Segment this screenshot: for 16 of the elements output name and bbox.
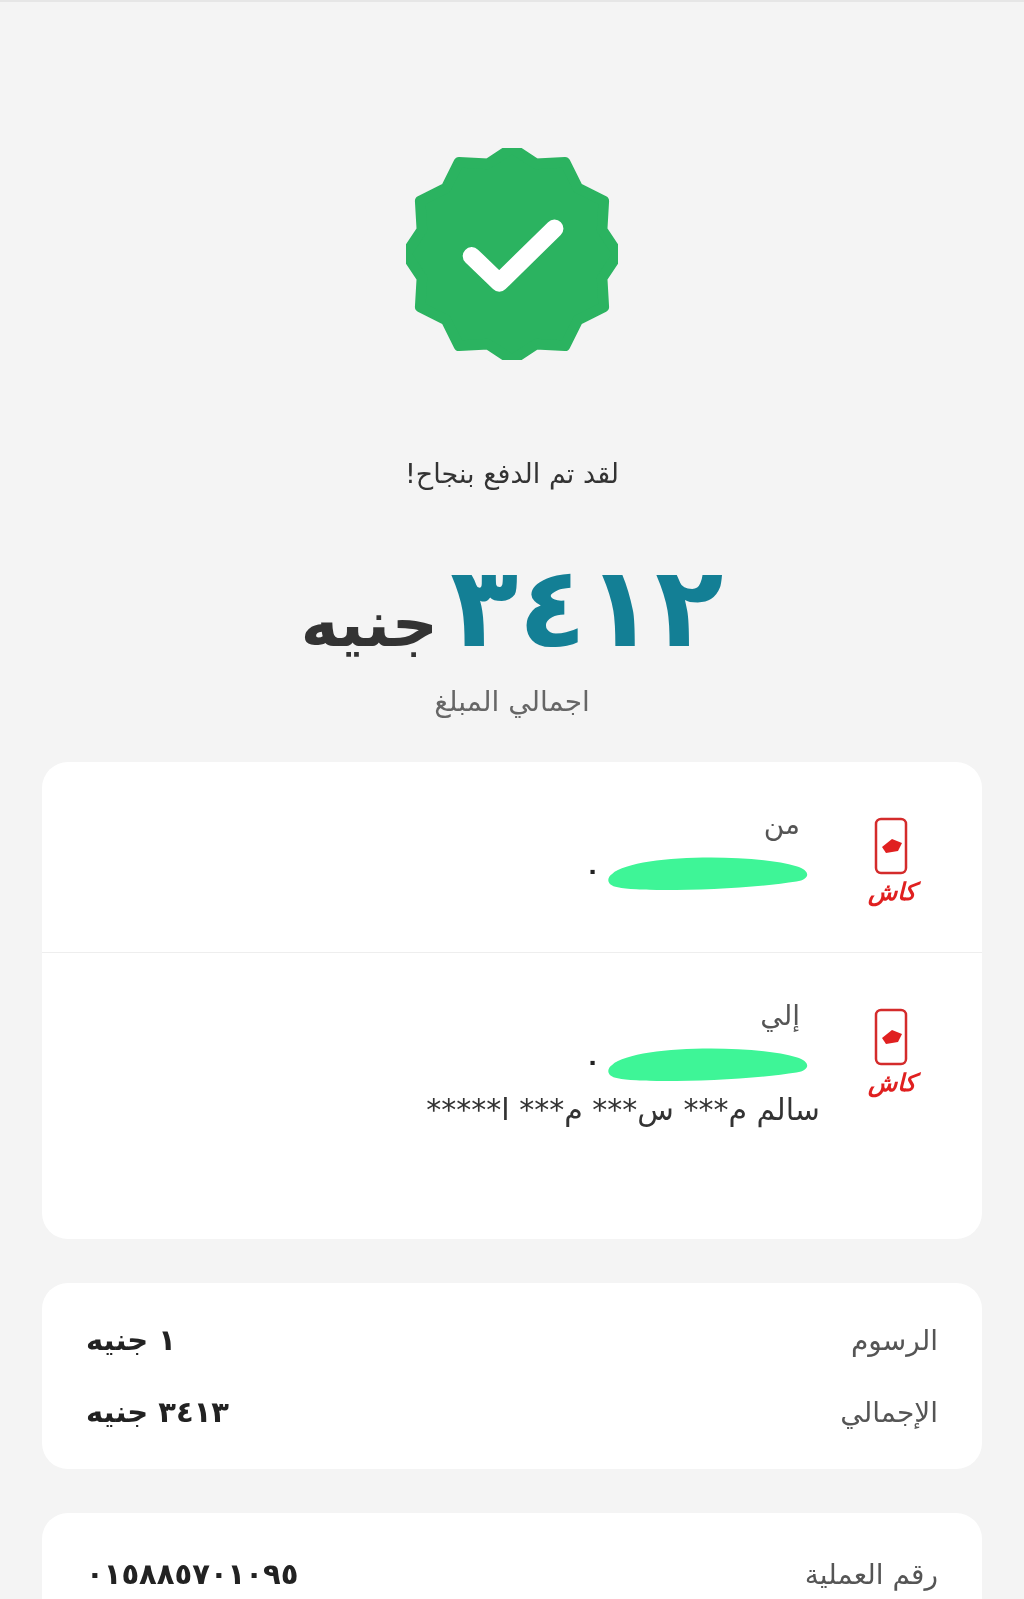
party-label: إلي [760, 999, 801, 1032]
fee-label: الإجمالي [840, 1395, 938, 1429]
recipient-name: سالم م*** س*** م*** ا***** [426, 1092, 820, 1127]
phone-number: ٠ [585, 857, 600, 885]
amount-caption: اجمالي المبلغ [434, 685, 590, 718]
amount-value: ٣٤١٢ [449, 551, 724, 663]
fee-value: ٣٤١٣ جنيه [86, 1395, 230, 1429]
fee-label: الرسوم [850, 1323, 938, 1357]
transaction-label: رقم العملية [804, 1557, 938, 1591]
success-check-icon [406, 148, 618, 360]
phone-number: ٠ [585, 1048, 600, 1076]
party-label: من [763, 808, 801, 841]
currency-label: جنيه [300, 592, 438, 656]
transaction-number: ٠١٥٨٨٥٧٠١٠٩٥ [86, 1557, 299, 1591]
fee-value: ١ جنيه [86, 1323, 176, 1357]
status-message: لقد تم الدفع بنجاح! [405, 458, 620, 489]
